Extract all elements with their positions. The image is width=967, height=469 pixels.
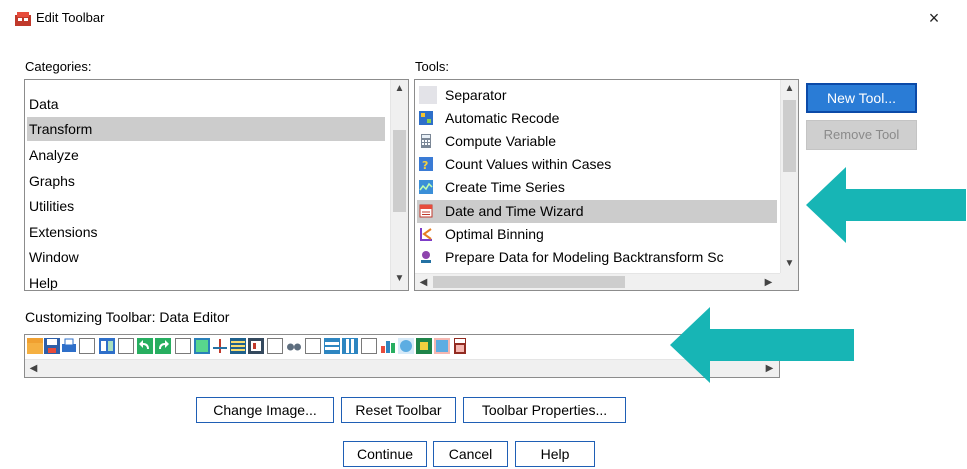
scroll-thumb[interactable] bbox=[783, 100, 796, 172]
tool-label: Date and Time Wizard bbox=[445, 203, 584, 219]
tool-item-count-values[interactable]: ? Count Values within Cases bbox=[417, 153, 777, 176]
redo-icon[interactable] bbox=[155, 338, 171, 354]
value-labels-icon[interactable] bbox=[434, 338, 450, 354]
scroll-down-icon[interactable]: ▼ bbox=[781, 255, 798, 272]
prepare-data-icon bbox=[421, 251, 431, 263]
category-item-analyze[interactable]: Analyze bbox=[27, 143, 389, 167]
separator-icon[interactable] bbox=[267, 338, 283, 354]
continue-button[interactable]: Continue bbox=[343, 441, 427, 467]
tool-item-automatic-recode[interactable]: Automatic Recode bbox=[417, 107, 777, 130]
toolbar-horizontal-scrollbar[interactable]: ◀ ▶ bbox=[25, 359, 779, 377]
app-icon bbox=[15, 12, 31, 26]
window-title: Edit Toolbar bbox=[36, 10, 105, 25]
open-folder-icon[interactable] bbox=[27, 338, 43, 354]
scroll-thumb[interactable] bbox=[393, 130, 406, 212]
tools-label: Tools: bbox=[415, 59, 449, 74]
undo-icon[interactable] bbox=[137, 338, 153, 354]
binoculars-icon[interactable] bbox=[286, 338, 302, 354]
tool-label: Prepare Data for Modeling Backtransform … bbox=[445, 249, 724, 265]
categories-list[interactable]: Data Transform Analyze Graphs Utilities … bbox=[24, 79, 409, 291]
save-icon[interactable] bbox=[44, 338, 60, 354]
tools-list[interactable]: Separator Automatic Recode Compute Varia… bbox=[414, 79, 799, 291]
help-button[interactable]: Help bbox=[515, 441, 595, 467]
separator-icon[interactable] bbox=[175, 338, 191, 354]
categories-label: Categories: bbox=[25, 59, 92, 74]
category-item-window[interactable]: Window bbox=[27, 245, 389, 269]
scroll-down-icon[interactable]: ▼ bbox=[391, 270, 408, 287]
arrow-annotation-icon bbox=[806, 167, 966, 243]
scroll-left-icon[interactable]: ◀ bbox=[25, 360, 42, 377]
tool-label: Compute Variable bbox=[445, 133, 557, 149]
scroll-up-icon[interactable]: ▲ bbox=[781, 80, 798, 97]
separator-icon[interactable] bbox=[305, 338, 321, 354]
tool-item-prepare-data[interactable]: Prepare Data for Modeling Backtransform … bbox=[417, 246, 777, 269]
category-item-help[interactable]: Help bbox=[27, 271, 389, 290]
tool-item-compute-variable[interactable]: Compute Variable bbox=[417, 130, 777, 153]
category-item-transform[interactable]: Transform bbox=[27, 117, 385, 141]
reset-toolbar-button[interactable]: Reset Toolbar bbox=[341, 397, 456, 423]
separator-icon[interactable] bbox=[79, 338, 95, 354]
categories-scrollbar[interactable]: ▲ ▼ bbox=[390, 80, 408, 290]
insert-variable-icon[interactable] bbox=[342, 338, 358, 354]
change-image-button[interactable]: Change Image... bbox=[196, 397, 334, 423]
new-tool-button[interactable]: New Tool... bbox=[806, 83, 917, 113]
split-file-icon[interactable] bbox=[380, 338, 396, 354]
tool-label: Automatic Recode bbox=[445, 110, 560, 126]
select-cases-icon[interactable] bbox=[416, 338, 432, 354]
tools-vertical-scrollbar[interactable]: ▲ ▼ bbox=[780, 80, 798, 273]
time-series-icon bbox=[419, 180, 433, 194]
goto-case-icon[interactable] bbox=[194, 338, 210, 354]
svg-text:?: ? bbox=[422, 159, 428, 171]
print-icon[interactable] bbox=[61, 338, 77, 354]
weight-cases-icon[interactable] bbox=[398, 338, 414, 354]
tool-label: Optimal Binning bbox=[445, 226, 544, 242]
tool-item-separator[interactable]: Separator bbox=[417, 84, 777, 107]
scroll-up-icon[interactable]: ▲ bbox=[391, 80, 408, 97]
binning-icon bbox=[420, 228, 432, 241]
goto-variable-icon[interactable] bbox=[212, 338, 228, 354]
scroll-corner bbox=[780, 273, 798, 290]
calculator-icon[interactable] bbox=[452, 338, 468, 354]
category-item-data[interactable]: Data bbox=[27, 92, 389, 116]
title-bar: Edit Toolbar × bbox=[0, 0, 967, 36]
count-values-icon: ? bbox=[419, 157, 433, 171]
find-icon[interactable] bbox=[248, 338, 264, 354]
tool-label: Separator bbox=[445, 87, 507, 103]
tool-item-create-time-series[interactable]: Create Time Series bbox=[417, 176, 777, 199]
tool-item-date-time-wizard[interactable]: Date and Time Wizard bbox=[417, 200, 777, 223]
tool-item-optimal-binning[interactable]: Optimal Binning bbox=[417, 223, 777, 246]
arrow-annotation-icon bbox=[670, 307, 854, 383]
scroll-right-icon[interactable]: ▶ bbox=[760, 274, 777, 290]
scroll-left-icon[interactable]: ◀ bbox=[415, 274, 432, 290]
tool-label: Create Time Series bbox=[445, 179, 565, 195]
tool-label: Count Values within Cases bbox=[445, 156, 612, 172]
automatic-recode-icon bbox=[419, 111, 433, 125]
customizing-toolbar-strip[interactable]: ◀ ▶ bbox=[24, 334, 780, 378]
scroll-thumb[interactable] bbox=[433, 276, 625, 288]
tools-horizontal-scrollbar[interactable]: ◀ ▶ bbox=[415, 273, 780, 290]
separator-icon[interactable] bbox=[118, 338, 134, 354]
dialog-recall-icon[interactable] bbox=[99, 338, 115, 354]
customizing-toolbar-label: Customizing Toolbar: Data Editor bbox=[25, 309, 230, 325]
calendar-icon bbox=[419, 204, 433, 218]
variables-icon[interactable] bbox=[230, 338, 246, 354]
toolbar-properties-button[interactable]: Toolbar Properties... bbox=[463, 397, 626, 423]
cancel-button[interactable]: Cancel bbox=[433, 441, 508, 467]
calculator-icon bbox=[421, 134, 431, 148]
insert-cases-icon[interactable] bbox=[324, 338, 340, 354]
close-icon[interactable]: × bbox=[922, 6, 946, 30]
separator-icon bbox=[419, 86, 437, 104]
separator-icon[interactable] bbox=[361, 338, 377, 354]
remove-tool-button[interactable]: Remove Tool bbox=[806, 120, 917, 150]
category-item-graphs[interactable]: Graphs bbox=[27, 169, 389, 193]
category-item-extensions[interactable]: Extensions bbox=[27, 220, 389, 244]
category-item-utilities[interactable]: Utilities bbox=[27, 194, 389, 218]
